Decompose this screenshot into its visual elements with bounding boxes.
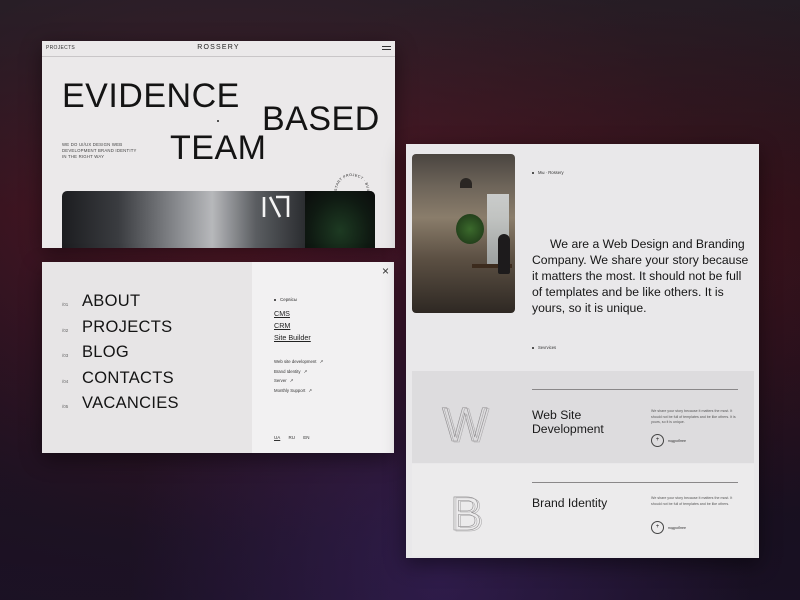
services-section-label: Sevrvices <box>532 345 556 350</box>
hero-navbar: PROJECTS ROSSERY <box>42 41 395 57</box>
sub-link-label: Server <box>274 378 287 383</box>
monogram-w-icon: W W <box>442 399 490 445</box>
menu-item-number: /01 <box>62 302 69 307</box>
sub-link-label: Monthly Support <box>274 387 306 393</box>
brand-logo[interactable]: ROSSERY <box>42 44 395 51</box>
service-link-site-builder[interactable]: Site Builder <box>274 332 311 344</box>
menu-item-label[interactable]: CONTACTS <box>82 369 174 388</box>
monogram-b-icon: B B <box>450 488 485 534</box>
services-title: Сервісы <box>274 297 297 302</box>
sub-link-monthly-support[interactable]: Monthly Support ↗ <box>274 386 323 396</box>
language-switcher: UA RU EN <box>274 435 317 440</box>
sub-link-web-development[interactable]: Web site development ↗ <box>274 357 323 367</box>
about-paragraph: We are a Web Design and Branding Company… <box>532 237 749 315</box>
service-links: CMS CRM Site Builder <box>274 308 311 344</box>
divider <box>532 389 738 390</box>
sub-link-server[interactable]: Server ↗ <box>274 376 323 386</box>
service-description: We share your story because it matters t… <box>651 496 733 506</box>
service-description: We share your story because it matters t… <box>651 409 736 425</box>
service-link-crm[interactable]: CRM <box>274 320 311 332</box>
sub-link-brand-identity[interactable]: Brand Identity ↗ <box>274 367 323 377</box>
plant-decoration <box>305 191 375 248</box>
hero-subtitle: WE DO UI/UX DESIGN WEB DEVELOPMENT BRAND… <box>62 142 137 159</box>
breadcrumb: Мы · Rossery <box>532 170 564 175</box>
service-name: Brand Identity <box>532 496 608 510</box>
more-label: подробнее <box>668 438 687 443</box>
hero-card: PROJECTS ROSSERY EVIDENCE BASED TEAM WE … <box>42 41 395 248</box>
headline-dot <box>217 120 219 122</box>
divider <box>532 482 738 483</box>
sub-link-label: Brand Identity <box>274 368 301 374</box>
lang-en[interactable]: EN <box>303 435 309 440</box>
menu-item-number: /05 <box>62 404 69 409</box>
menu-item-contacts[interactable]: /04 CONTACTS <box>62 369 179 395</box>
lamp-decoration <box>460 178 472 188</box>
monogram-letter-echo: W <box>444 400 490 445</box>
menu-item-blog[interactable]: /03 BLOG <box>62 343 179 369</box>
monogram-letter-echo: B <box>452 489 484 534</box>
menu-item-vacancies[interactable]: /05 VACANCIES <box>62 394 179 420</box>
hero-photo <box>62 191 375 248</box>
sub-links: Web site development ↗ Brand Identity ↗ Se… <box>274 357 323 395</box>
menu-item-label[interactable]: ABOUT <box>82 292 140 311</box>
menu-item-label[interactable]: PROJECTS <box>82 318 172 337</box>
arrow-up-right-icon: ↗ <box>289 378 294 383</box>
arrow-up-right-icon: ↗ <box>319 359 324 364</box>
more-button[interactable]: + подробнее <box>651 521 686 534</box>
menu-item-label[interactable]: BLOG <box>82 343 129 362</box>
service-row-web[interactable]: W W Web Site Development We share your s… <box>412 371 754 463</box>
menu-item-number: /02 <box>62 327 69 333</box>
hamburger-menu-icon[interactable] <box>382 46 391 50</box>
headline-word-1: EVIDENCE <box>62 77 240 115</box>
lang-ru[interactable]: RU <box>289 435 296 440</box>
service-link-cms[interactable]: CMS <box>274 308 311 320</box>
plus-icon[interactable]: + <box>651 434 664 447</box>
menu-item-projects[interactable]: /02 PROJECTS <box>62 318 179 344</box>
lang-ua[interactable]: UA <box>274 435 280 440</box>
menu-item-number: /04 <box>62 378 69 384</box>
menu-services-panel: × Сервісы CMS CRM Site Builder Web site … <box>252 262 394 453</box>
service-row-brand[interactable]: B B Brand Identity We share your story b… <box>412 464 754 556</box>
menu-item-about[interactable]: /01 ABOUT <box>62 292 179 318</box>
menu-item-label[interactable]: VACANCIES <box>82 394 179 413</box>
service-name: Web Site Development <box>532 408 604 436</box>
menu-card: /01 ABOUT /02 PROJECTS /03 BLOG /04 CONT… <box>42 262 394 453</box>
headline-word-2: BASED <box>262 100 380 138</box>
close-icon[interactable]: × <box>382 265 389 277</box>
about-card: Мы · Rossery We are a Web Design and Bra… <box>406 144 759 558</box>
main-menu: /01 ABOUT /02 PROJECTS /03 BLOG /04 CONT… <box>62 292 179 420</box>
menu-item-number: /03 <box>62 353 69 358</box>
person-decoration <box>498 234 510 274</box>
arrow-up-right-icon: ↗ <box>303 368 308 374</box>
headline-word-3: TEAM <box>170 129 267 167</box>
more-label: подробнее <box>668 525 687 530</box>
plus-icon[interactable]: + <box>651 521 664 534</box>
arrow-up-right-icon: ↗ <box>308 387 312 393</box>
sub-link-label: Web site development <box>274 359 317 364</box>
plant-decoration <box>456 214 484 244</box>
brand-mark-icon <box>262 195 290 218</box>
more-button[interactable]: + подробнее <box>651 434 686 447</box>
office-photo <box>412 154 515 313</box>
